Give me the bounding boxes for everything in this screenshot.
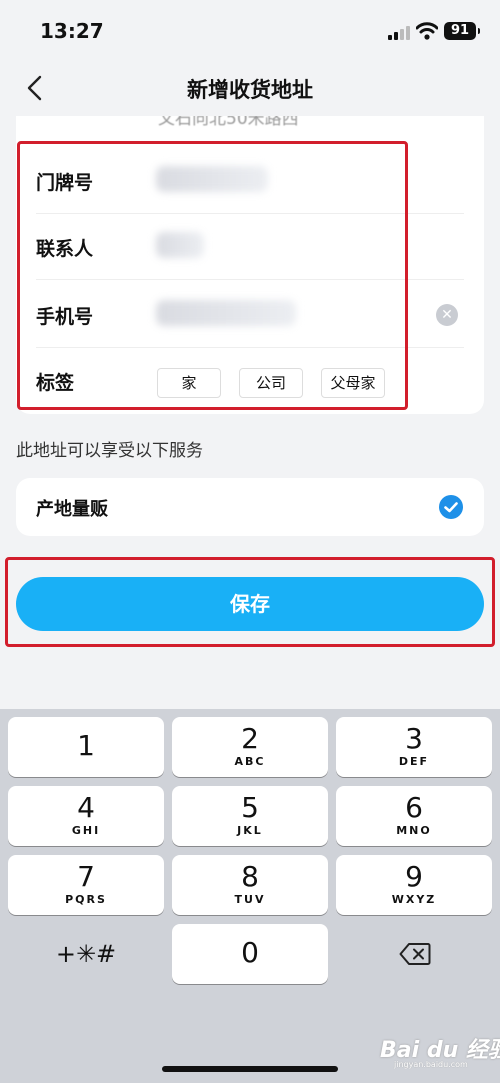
key-letters: JKL — [237, 824, 263, 837]
save-button[interactable]: 保存 — [16, 577, 484, 631]
service-item-label: 产地量贩 — [36, 499, 108, 520]
key-digit: 4 — [77, 791, 95, 824]
tag-parents-home-button[interactable]: 父母家 — [321, 368, 385, 398]
key-9[interactable]: 9 WXYZ — [336, 855, 492, 915]
key-letters: ABC — [234, 755, 266, 768]
nav-bar: 新增收货地址 — [0, 62, 500, 116]
home-indicator[interactable] — [162, 1066, 338, 1072]
key-digit: 1 — [77, 729, 95, 762]
key-3[interactable]: 3 DEF — [336, 717, 492, 777]
address-form-card: 文石向北50米路西 门牌号 联系人 手机号 ✕ 标签 家 公司 父母家 — [16, 116, 484, 414]
key-1[interactable]: 1 — [8, 717, 164, 777]
tag-home-button[interactable]: 家 — [157, 368, 221, 398]
services-section-title: 此地址可以享受以下服务 — [16, 441, 203, 461]
tag-company-button[interactable]: 公司 — [239, 368, 303, 398]
cellular-signal-icon — [388, 26, 410, 40]
wifi-icon — [416, 22, 438, 40]
key-letters: GHI — [71, 824, 101, 837]
key-letters: PQRS — [65, 893, 107, 906]
checkmark-icon[interactable] — [439, 495, 463, 519]
key-4[interactable]: 4 GHI — [8, 786, 164, 846]
key-6[interactable]: 6 MNO — [336, 786, 492, 846]
key-2[interactable]: 2 ABC — [172, 717, 328, 777]
status-time: 13:27 — [40, 19, 104, 43]
key-digit: 7 — [77, 860, 95, 893]
tags-label: 标签 — [36, 372, 75, 394]
address-detail-cut-text: 文石向北50米路西 — [158, 116, 299, 129]
key-backspace[interactable] — [336, 924, 492, 984]
key-digit: 0 — [241, 936, 259, 969]
key-letters: TUV — [234, 893, 266, 906]
key-0[interactable]: 0 — [172, 924, 328, 984]
baidu-jingyan-watermark: Bai du 经验 jingyan.baidu.com — [380, 1028, 500, 1072]
status-bar: 13:27 91 — [0, 0, 500, 62]
key-digit: 5 — [241, 791, 259, 824]
watermark-url: jingyan.baidu.com — [394, 1060, 468, 1069]
house-number-label: 门牌号 — [36, 172, 94, 194]
key-digit: 8 — [241, 860, 259, 893]
key-digit: 2 — [241, 722, 259, 755]
key-5[interactable]: 5 JKL — [172, 786, 328, 846]
row-phone-number[interactable]: 手机号 — [16, 282, 484, 348]
key-symbols[interactable]: +✳# — [8, 924, 164, 984]
house-number-field[interactable] — [156, 166, 268, 192]
key-digit: 3 — [405, 722, 423, 755]
key-letters: WXYZ — [391, 893, 437, 906]
key-letters: DEF — [398, 755, 430, 768]
phone-number-field[interactable] — [156, 300, 296, 326]
contact-person-label: 联系人 — [36, 238, 94, 260]
row-house-number[interactable]: 门牌号 — [16, 148, 484, 214]
backspace-icon — [399, 943, 431, 965]
service-card[interactable]: 产地量贩 — [16, 478, 484, 536]
clear-input-icon[interactable]: ✕ — [436, 304, 458, 326]
numeric-keypad: 1 2 ABC 3 DEF 4 GHI 5 JKL 6 MNO 7 PQRS 8… — [0, 709, 500, 1083]
page-title: 新增收货地址 — [187, 78, 313, 102]
row-contact-person[interactable]: 联系人 — [16, 214, 484, 280]
key-digit: 6 — [405, 791, 423, 824]
phone-number-label: 手机号 — [36, 306, 94, 328]
key-digit: 9 — [405, 860, 423, 893]
key-8[interactable]: 8 TUV — [172, 855, 328, 915]
divider — [36, 279, 464, 280]
key-letters: MNO — [396, 824, 432, 837]
contact-person-field[interactable] — [156, 232, 204, 258]
battery-icon: 91 — [444, 22, 480, 40]
key-7[interactable]: 7 PQRS — [8, 855, 164, 915]
key-symbols-label: +✳# — [55, 940, 117, 968]
